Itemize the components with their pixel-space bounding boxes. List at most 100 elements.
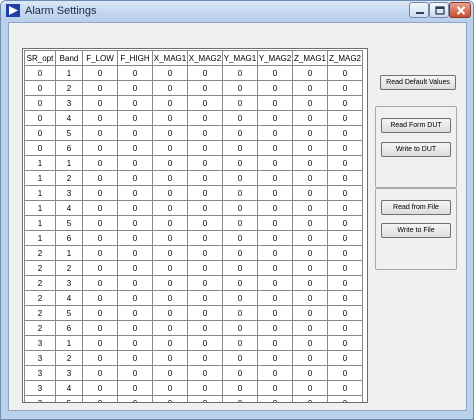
table-cell[interactable]: 1 [24, 200, 56, 216]
table-cell[interactable]: 5 [55, 305, 83, 321]
table-row[interactable]: 3500000000 [24, 395, 363, 402]
table-row[interactable]: 2500000000 [24, 305, 363, 321]
table-cell[interactable]: 0 [117, 170, 153, 186]
table-cell[interactable]: 0 [257, 170, 293, 186]
table-cell[interactable]: 0 [257, 260, 293, 276]
table-cell[interactable]: 0 [117, 335, 153, 351]
table-cell[interactable]: 0 [292, 365, 328, 381]
table-cell[interactable]: 0 [327, 230, 363, 246]
table-cell[interactable]: 0 [222, 365, 258, 381]
table-cell[interactable]: 0 [257, 305, 293, 321]
table-cell[interactable]: 0 [187, 365, 223, 381]
table-row[interactable]: 1400000000 [24, 200, 363, 216]
table-cell[interactable]: 0 [82, 230, 118, 246]
table-cell[interactable]: 3 [55, 185, 83, 201]
table-cell[interactable]: 1 [55, 155, 83, 171]
table-cell[interactable]: 0 [82, 155, 118, 171]
table-cell[interactable]: 0 [327, 320, 363, 336]
table-cell[interactable]: 4 [55, 110, 83, 126]
table-cell[interactable]: 0 [82, 320, 118, 336]
table-cell[interactable]: 0 [327, 65, 363, 81]
read-from-file-button[interactable]: Read from File [381, 200, 451, 215]
table-cell[interactable]: 0 [222, 230, 258, 246]
table-cell[interactable]: 0 [292, 215, 328, 231]
table-cell[interactable]: 0 [222, 380, 258, 396]
close-button[interactable] [449, 2, 471, 18]
table-cell[interactable]: 0 [152, 230, 188, 246]
table-cell[interactable]: 0 [187, 260, 223, 276]
table-cell[interactable]: 0 [187, 380, 223, 396]
table-cell[interactable]: 3 [55, 95, 83, 111]
read-from-dut-button[interactable]: Read Form DUT [381, 118, 451, 133]
column-header[interactable]: Z_MAG1 [292, 50, 328, 66]
table-cell[interactable]: 3 [24, 365, 56, 381]
table-cell[interactable]: 0 [117, 200, 153, 216]
table-cell[interactable]: 0 [117, 80, 153, 96]
table-cell[interactable]: 0 [292, 275, 328, 291]
table-cell[interactable]: 0 [222, 155, 258, 171]
table-cell[interactable]: 4 [55, 290, 83, 306]
table-cell[interactable]: 0 [222, 245, 258, 261]
table-cell[interactable]: 0 [187, 305, 223, 321]
table-cell[interactable]: 0 [327, 155, 363, 171]
table-cell[interactable]: 0 [292, 65, 328, 81]
table-cell[interactable]: 2 [55, 260, 83, 276]
table-cell[interactable]: 0 [152, 140, 188, 156]
table-cell[interactable]: 0 [292, 260, 328, 276]
table-cell[interactable]: 0 [257, 245, 293, 261]
table-cell[interactable]: 6 [55, 140, 83, 156]
table-cell[interactable]: 0 [117, 125, 153, 141]
table-cell[interactable]: 0 [257, 95, 293, 111]
table-cell[interactable]: 0 [152, 125, 188, 141]
table-cell[interactable]: 0 [222, 275, 258, 291]
table-cell[interactable]: 0 [327, 335, 363, 351]
table-cell[interactable]: 0 [117, 380, 153, 396]
column-header[interactable]: F_LOW [82, 50, 118, 66]
table-cell[interactable]: 0 [187, 395, 223, 402]
table-cell[interactable]: 0 [187, 245, 223, 261]
column-header[interactable]: Y_MAG1 [222, 50, 258, 66]
table-cell[interactable]: 0 [187, 335, 223, 351]
column-header[interactable]: F_HIGH [117, 50, 153, 66]
table-cell[interactable]: 0 [24, 140, 56, 156]
table-cell[interactable]: 0 [82, 65, 118, 81]
table-cell[interactable]: 2 [24, 245, 56, 261]
table-cell[interactable]: 0 [292, 305, 328, 321]
table-cell[interactable]: 0 [292, 110, 328, 126]
table-cell[interactable]: 0 [152, 95, 188, 111]
table-cell[interactable]: 0 [257, 65, 293, 81]
table-cell[interactable]: 0 [257, 320, 293, 336]
table-cell[interactable]: 0 [222, 200, 258, 216]
table-cell[interactable]: 0 [222, 395, 258, 402]
table-row[interactable]: 0600000000 [24, 140, 363, 156]
table-row[interactable]: 1600000000 [24, 230, 363, 246]
table-cell[interactable]: 0 [24, 65, 56, 81]
table-cell[interactable]: 0 [222, 305, 258, 321]
table-cell[interactable]: 0 [82, 335, 118, 351]
table-cell[interactable]: 0 [152, 290, 188, 306]
table-cell[interactable]: 0 [82, 275, 118, 291]
table-row[interactable]: 0100000000 [24, 65, 363, 81]
table-cell[interactable]: 0 [257, 155, 293, 171]
table-cell[interactable]: 0 [187, 230, 223, 246]
table-cell[interactable]: 0 [327, 200, 363, 216]
table-cell[interactable]: 0 [24, 95, 56, 111]
table-cell[interactable]: 3 [24, 395, 56, 402]
table-cell[interactable]: 0 [187, 215, 223, 231]
table-cell[interactable]: 3 [24, 335, 56, 351]
table-cell[interactable]: 3 [55, 275, 83, 291]
table-cell[interactable]: 0 [152, 215, 188, 231]
table-cell[interactable]: 0 [327, 95, 363, 111]
table-cell[interactable]: 0 [222, 95, 258, 111]
table-row[interactable]: 1500000000 [24, 215, 363, 231]
table-cell[interactable]: 0 [187, 290, 223, 306]
table-cell[interactable]: 0 [292, 95, 328, 111]
table-cell[interactable]: 3 [24, 380, 56, 396]
table-cell[interactable]: 0 [187, 320, 223, 336]
table-row[interactable]: 3400000000 [24, 380, 363, 396]
table-cell[interactable]: 0 [117, 140, 153, 156]
table-cell[interactable]: 0 [222, 110, 258, 126]
table-cell[interactable]: 2 [24, 320, 56, 336]
write-to-dut-button[interactable]: Write to DUT [381, 142, 451, 157]
column-header[interactable]: X_MAG1 [152, 50, 188, 66]
